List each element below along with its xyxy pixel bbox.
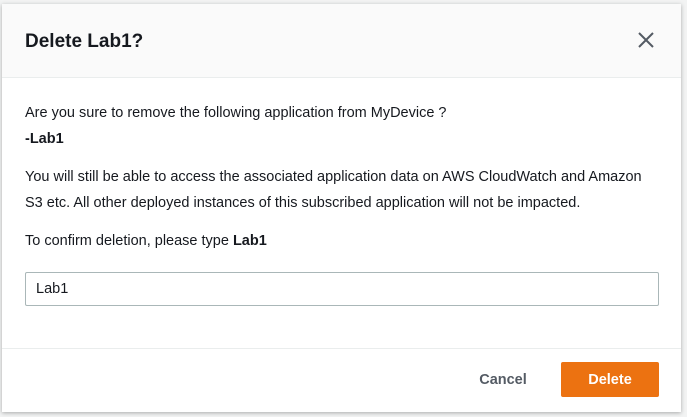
confirm-input[interactable] <box>25 272 659 306</box>
cancel-button[interactable]: Cancel <box>472 362 534 397</box>
delete-button[interactable]: Delete <box>561 362 659 397</box>
dialog-header: Delete Lab1? <box>2 4 681 78</box>
delete-dialog: Delete Lab1? Are you sure to remove the … <box>2 4 681 412</box>
question-text: Are you sure to remove the following app… <box>25 105 447 121</box>
dialog-title: Delete Lab1? <box>25 31 144 52</box>
note-text: You will still be able to access the ass… <box>25 169 642 211</box>
confirm-label: To confirm deletion, please type Lab1 <box>25 228 658 254</box>
item-name: -Lab1 <box>25 131 64 147</box>
confirm-name: Lab1 <box>232 233 267 249</box>
dialog-body: Are you sure to remove the following app… <box>2 78 681 254</box>
dialog-footer-divider <box>2 348 681 349</box>
confirm-prefix: To confirm deletion, please type <box>25 233 233 249</box>
close-icon[interactable] <box>635 29 657 51</box>
